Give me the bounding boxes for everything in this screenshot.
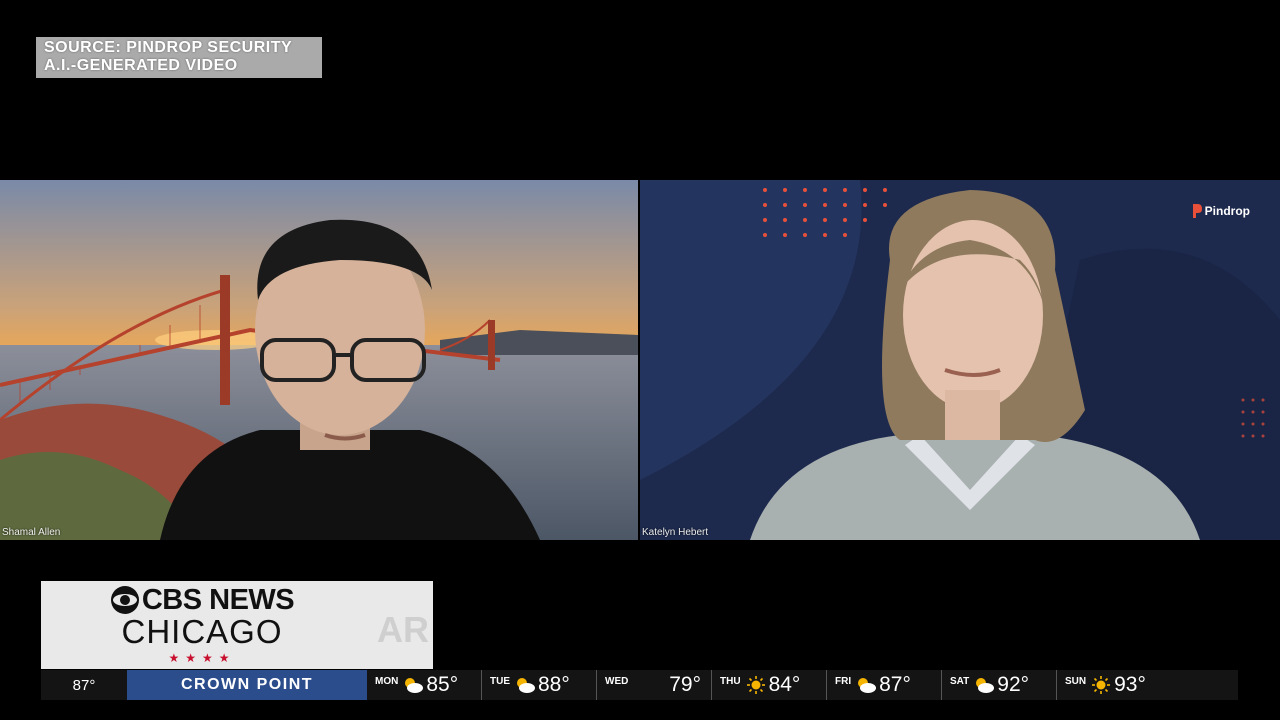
pindrop-brand-text: Pindrop [1204,204,1250,218]
source-tag: SOURCE: PINDROP SECURITY A.I.-GENERATED … [36,37,322,78]
day-temp: 88° [538,673,570,696]
weather-ticker: 87° CROWN POINT MON 85° TUE 88° WED 79° … [41,670,1238,700]
video-panel-right: Pindrop Katelyn Hebert [640,180,1280,540]
forecast-day-wed: WED 79° [597,670,712,700]
forecast-day-mon: MON 85° [367,670,482,700]
pindrop-logo: Pindrop [1192,204,1250,218]
partly-cloudy-icon [858,678,877,693]
forecast-strip: MON 85° TUE 88° WED 79° THU 84° FRI 87° … [367,670,1238,700]
cbs-eye-icon [110,586,139,614]
forecast-day-fri: FRI 87° [827,670,942,700]
partly-cloudy-icon [405,678,424,693]
station-city: CHICAGO [121,613,283,650]
source-line: SOURCE: PINDROP SECURITY [44,39,293,56]
partly-cloudy-icon [976,678,995,693]
forecast-day-sat: SAT 92° [942,670,1057,700]
day-name: MON [375,676,399,687]
day-temp: 85° [426,673,459,696]
day-name: WED [605,676,629,687]
participant-name-right: Katelyn Hebert [642,527,709,538]
network-name: CBS NEWS [141,584,295,616]
pindrop-background [640,180,1280,540]
golden-gate-background [0,180,638,540]
day-temp: 93° [1114,673,1146,696]
day-name: SAT [950,676,970,687]
cbs-chicago-logo: CBS NEWS CHICAGO ★★★★ [41,581,363,669]
day-name: THU [720,676,741,687]
day-name: TUE [490,676,510,687]
day-temp: 79° [669,673,701,696]
ticker-location: CROWN POINT [127,670,367,700]
sun-icon [746,676,765,694]
forecast-day-thu: THU 84° [712,670,827,700]
forecast-day-sun: SUN 93° [1057,670,1172,700]
day-temp: 87° [879,673,911,696]
video-panel-left: Shamal Allen [0,180,638,540]
day-name: FRI [835,676,852,687]
network-logo-box: CBS NEWS CHICAGO ★★★★ AR [41,581,433,669]
transition-ghost-text: AR [377,609,429,650]
forecast-day-tue: TUE 88° [482,670,597,700]
partly-cloudy-icon [517,678,535,693]
chicago-stars: ★★★★ [168,651,236,665]
sun-icon [1092,676,1111,694]
ai-generated-line: A.I.-GENERATED VIDEO [44,57,238,74]
day-name: SUN [1065,676,1087,687]
day-temp: 92° [997,673,1030,696]
participant-name-left: Shamal Allen [2,527,61,538]
day-temp: 84° [768,673,801,696]
pindrop-mark-icon [1192,204,1202,218]
current-temperature: 87° [72,676,96,694]
